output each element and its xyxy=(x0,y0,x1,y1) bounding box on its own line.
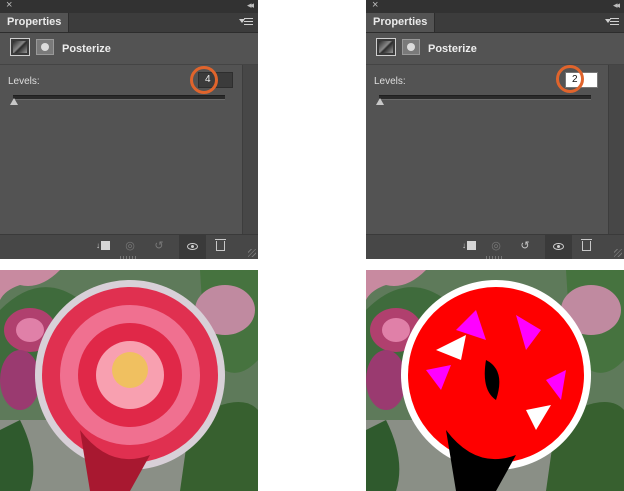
levels-slider-track[interactable] xyxy=(13,95,225,100)
adjustment-title: Posterize xyxy=(62,43,111,55)
adjustment-icon[interactable] xyxy=(376,38,396,56)
adjustment-header: Posterize xyxy=(366,33,624,65)
photo-posterize-2-levels xyxy=(366,270,624,491)
clip-to-layer-icon[interactable]: ↓ xyxy=(96,240,110,252)
panel-content: Levels: 4 xyxy=(0,65,242,234)
highlight-circle xyxy=(556,65,584,93)
properties-panel-before: × ◂◂ Properties Posterize Levels: 4 ↓ ◎ … xyxy=(0,0,258,259)
levels-slider-thumb[interactable] xyxy=(376,98,384,105)
panel-menu-icon[interactable] xyxy=(605,17,619,27)
clip-to-layer-icon[interactable]: ↓ xyxy=(462,240,476,252)
mask-icon[interactable] xyxy=(36,39,54,55)
panel-titlebar: × ◂◂ xyxy=(366,0,624,13)
tab-bar: Properties xyxy=(0,13,258,33)
tab-bar: Properties xyxy=(366,13,624,33)
levels-label: Levels: xyxy=(374,76,406,87)
dahlia-image xyxy=(366,270,624,491)
close-icon[interactable]: × xyxy=(6,0,12,12)
eye-icon xyxy=(553,243,564,250)
mask-icon[interactable] xyxy=(402,39,420,55)
resize-grip[interactable] xyxy=(486,256,504,259)
panel-footer: ↓ ◎ ↺ xyxy=(0,234,258,259)
tab-properties[interactable]: Properties xyxy=(0,13,70,32)
levels-slider-thumb[interactable] xyxy=(10,98,18,105)
adjustment-header: Posterize xyxy=(0,33,258,65)
collapse-icon[interactable]: ◂◂ xyxy=(247,0,254,12)
scrollbar[interactable] xyxy=(242,65,258,234)
reset-icon[interactable]: ↺ xyxy=(517,239,533,253)
corner-grip[interactable] xyxy=(248,249,256,257)
adjustment-icon[interactable] xyxy=(10,38,30,56)
resize-grip[interactable] xyxy=(120,256,138,259)
photo-posterize-4-levels xyxy=(0,270,258,491)
view-previous-state-icon[interactable]: ◎ xyxy=(122,239,138,253)
dahlia-image xyxy=(0,270,258,491)
trash-icon[interactable] xyxy=(581,239,592,251)
toggle-visibility-button[interactable] xyxy=(179,235,206,259)
reset-icon[interactable]: ↺ xyxy=(151,239,167,253)
panel-content: Levels: 2 xyxy=(366,65,608,234)
toggle-visibility-button[interactable] xyxy=(545,235,572,259)
levels-label: Levels: xyxy=(8,76,40,87)
trash-icon[interactable] xyxy=(215,239,226,251)
view-previous-state-icon[interactable]: ◎ xyxy=(488,239,504,253)
tab-properties[interactable]: Properties xyxy=(366,13,436,32)
properties-panel-after: × ◂◂ Properties Posterize Levels: 2 ↓ ◎ … xyxy=(366,0,624,259)
eye-icon xyxy=(187,243,198,250)
highlight-circle xyxy=(190,66,218,94)
adjustment-title: Posterize xyxy=(428,43,477,55)
close-icon[interactable]: × xyxy=(372,0,378,12)
levels-slider-track[interactable] xyxy=(379,95,591,100)
panel-titlebar: × ◂◂ xyxy=(0,0,258,13)
panel-footer: ↓ ◎ ↺ xyxy=(366,234,624,259)
corner-grip[interactable] xyxy=(614,249,622,257)
panel-menu-icon[interactable] xyxy=(239,17,253,27)
collapse-icon[interactable]: ◂◂ xyxy=(613,0,620,12)
scrollbar[interactable] xyxy=(608,65,624,234)
